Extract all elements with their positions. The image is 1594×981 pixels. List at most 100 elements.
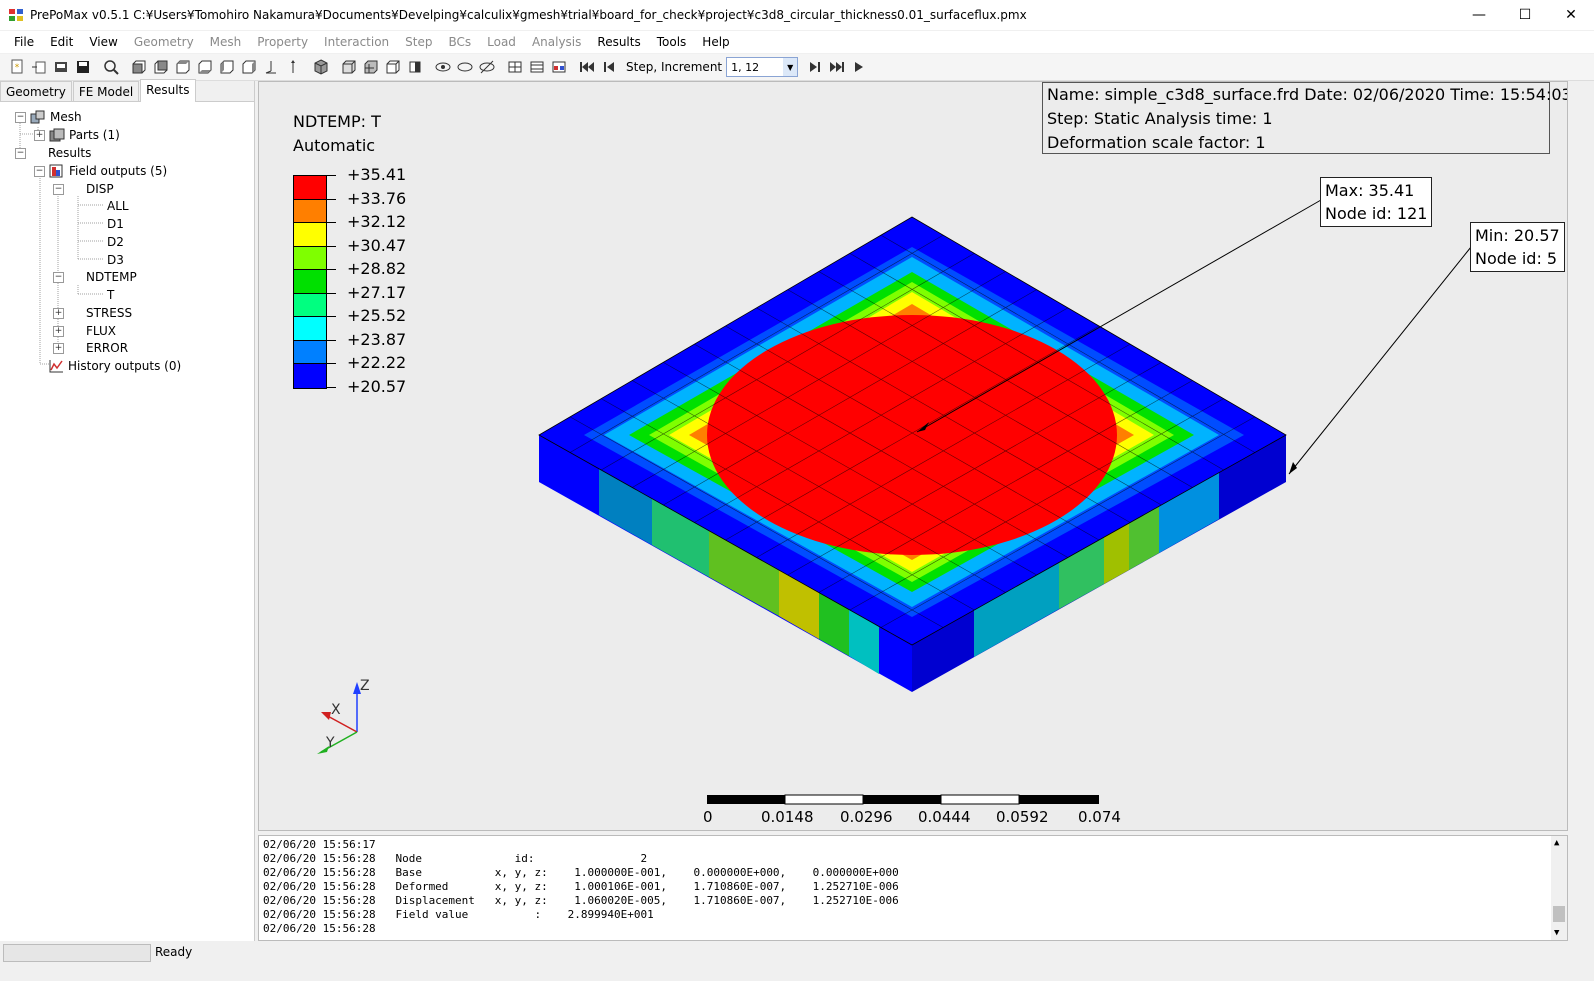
expand-icon[interactable]: + — [53, 307, 64, 319]
tree-node-mesh[interactable]: − Mesh — [15, 108, 82, 126]
menu-mesh[interactable]: Mesh — [202, 31, 250, 53]
play-animation-icon[interactable] — [849, 57, 869, 77]
normal-view-icon[interactable] — [261, 57, 281, 77]
tree-node-d3[interactable]: D3 — [107, 251, 124, 269]
model-tree-panel: Geometry FE Model Results − Mesh + Parts… — [0, 79, 255, 955]
scale-label-2: 0.0296 — [840, 808, 893, 826]
collapse-icon[interactable]: − — [15, 147, 26, 159]
tree-label-d3: D3 — [107, 253, 124, 267]
last-increment-icon[interactable] — [827, 57, 847, 77]
tree-node-t[interactable]: T — [107, 286, 114, 304]
menu-geometry[interactable]: Geometry — [126, 31, 202, 53]
tree-node-field-outputs[interactable]: − Field outputs (5) — [34, 162, 167, 180]
collapse-icon[interactable]: − — [53, 183, 64, 195]
tree-node-error[interactable]: + ERROR — [53, 339, 128, 357]
tree-node-parts[interactable]: + Parts (1) — [34, 126, 120, 144]
menu-help[interactable]: Help — [694, 31, 737, 53]
zoom-icon[interactable] — [101, 57, 121, 77]
section-view-icon[interactable] — [405, 57, 425, 77]
menu-analysis[interactable]: Analysis — [524, 31, 589, 53]
wireframe-icon[interactable] — [383, 57, 403, 77]
min-node-id: Node id: 5 — [1475, 249, 1558, 268]
show-only-icon[interactable] — [477, 57, 497, 77]
tree-node-stress[interactable]: + STRESS — [53, 304, 132, 322]
window-title: PrePoMax v0.5.1 C:¥Users¥Tomohiro Nakamu… — [30, 8, 1027, 22]
menu-tools[interactable]: Tools — [649, 31, 695, 53]
scroll-down-icon[interactable]: ▼ — [1554, 928, 1559, 938]
vertical-view-icon[interactable] — [283, 57, 303, 77]
previous-increment-icon[interactable] — [599, 57, 619, 77]
collapse-icon[interactable]: − — [15, 111, 26, 123]
collapse-icon[interactable]: − — [53, 271, 64, 283]
tab-geometry[interactable]: Geometry — [0, 81, 72, 101]
open-file-icon[interactable] — [51, 57, 71, 77]
scroll-up-icon[interactable]: ▲ — [1554, 838, 1559, 848]
tree-node-history-outputs[interactable]: History outputs (0) — [48, 357, 181, 375]
tree-node-d1[interactable]: D1 — [107, 215, 124, 233]
show-icon[interactable] — [433, 57, 453, 77]
table-icon[interactable] — [527, 57, 547, 77]
hide-icon[interactable] — [455, 57, 475, 77]
history-chart-icon — [49, 360, 63, 373]
menu-step[interactable]: Step — [397, 31, 440, 53]
isometric-view-icon[interactable] — [311, 57, 331, 77]
tree-node-all[interactable]: ALL — [107, 197, 129, 215]
scroll-thumb[interactable] — [1553, 906, 1565, 922]
next-increment-icon[interactable] — [805, 57, 825, 77]
tab-fe-model[interactable]: FE Model — [72, 81, 140, 101]
back-view-icon[interactable] — [151, 57, 171, 77]
tree-node-d2[interactable]: D2 — [107, 233, 124, 251]
menu-load[interactable]: Load — [479, 31, 524, 53]
console-scrollbar[interactable]: ▲ ▼ — [1551, 836, 1567, 940]
maximize-button[interactable]: ☐ — [1502, 0, 1548, 30]
tree-node-results[interactable]: − Results — [15, 144, 91, 162]
menu-edit[interactable]: Edit — [42, 31, 81, 53]
step-increment-select[interactable]: 1, 12 ▼ — [726, 57, 799, 77]
shaded-edges-icon[interactable] — [339, 57, 359, 77]
toolbar: * Step, Increment 1, 12 ▼ — [0, 54, 1594, 81]
chevron-down-icon[interactable]: ▼ — [783, 58, 798, 76]
menu-property[interactable]: Property — [249, 31, 316, 53]
menu-bcs[interactable]: BCs — [440, 31, 479, 53]
tree-label-error: ERROR — [86, 341, 129, 355]
new-file-icon[interactable]: * — [7, 57, 27, 77]
first-increment-icon[interactable] — [577, 57, 597, 77]
tree-node-ndtemp[interactable]: − NDTEMP — [53, 268, 137, 286]
front-view-icon[interactable] — [129, 57, 149, 77]
color-table-icon[interactable] — [549, 57, 569, 77]
min-leader-line — [1288, 246, 1472, 475]
right-view-icon[interactable] — [239, 57, 259, 77]
menu-view[interactable]: View — [81, 31, 125, 53]
close-button[interactable]: ✕ — [1548, 0, 1594, 30]
step-increment-label: Step, Increment — [626, 60, 723, 74]
grid-icon[interactable] — [505, 57, 525, 77]
app-icon — [9, 9, 23, 21]
console-line: 02/06/20 15:56:28 Base x, y, z: 1.000000… — [263, 866, 899, 879]
tree-label-history-outputs: History outputs (0) — [68, 359, 182, 373]
bottom-view-icon[interactable] — [195, 57, 215, 77]
menu-interaction[interactable]: Interaction — [316, 31, 397, 53]
triad-z-label: Z — [360, 678, 370, 694]
tree-node-flux[interactable]: + FLUX — [53, 322, 116, 340]
tree-node-disp[interactable]: − DISP — [53, 180, 114, 198]
left-view-icon[interactable] — [217, 57, 237, 77]
top-view-icon[interactable] — [173, 57, 193, 77]
menu-file[interactable]: File — [0, 31, 42, 53]
expand-icon[interactable]: + — [53, 342, 64, 354]
triad-x-label: X — [331, 702, 341, 718]
collapse-icon[interactable]: − — [34, 165, 45, 177]
expand-icon[interactable]: + — [53, 325, 64, 337]
expand-icon[interactable]: + — [34, 129, 45, 141]
tree-label-disp: DISP — [86, 182, 114, 196]
graphics-viewport[interactable]: NDTEMP: T Automatic +35.41 +33.76 +32.12 +3… — [258, 81, 1568, 831]
menu-bar: File Edit View Geometry Mesh Property In… — [0, 31, 1594, 53]
scale-label-5: 0.074 — [1078, 808, 1121, 826]
minimize-button[interactable]: — — [1456, 0, 1502, 30]
output-console[interactable]: 02/06/20 15:56:17 02/06/20 15:56:28 Node … — [258, 835, 1568, 941]
import-icon[interactable] — [29, 57, 49, 77]
console-line: 02/06/20 15:56:28 Node id: 2 — [263, 852, 648, 865]
shaded-icon[interactable] — [361, 57, 381, 77]
tab-results[interactable]: Results — [140, 79, 196, 102]
save-icon[interactable] — [73, 57, 93, 77]
menu-results[interactable]: Results — [589, 31, 648, 53]
